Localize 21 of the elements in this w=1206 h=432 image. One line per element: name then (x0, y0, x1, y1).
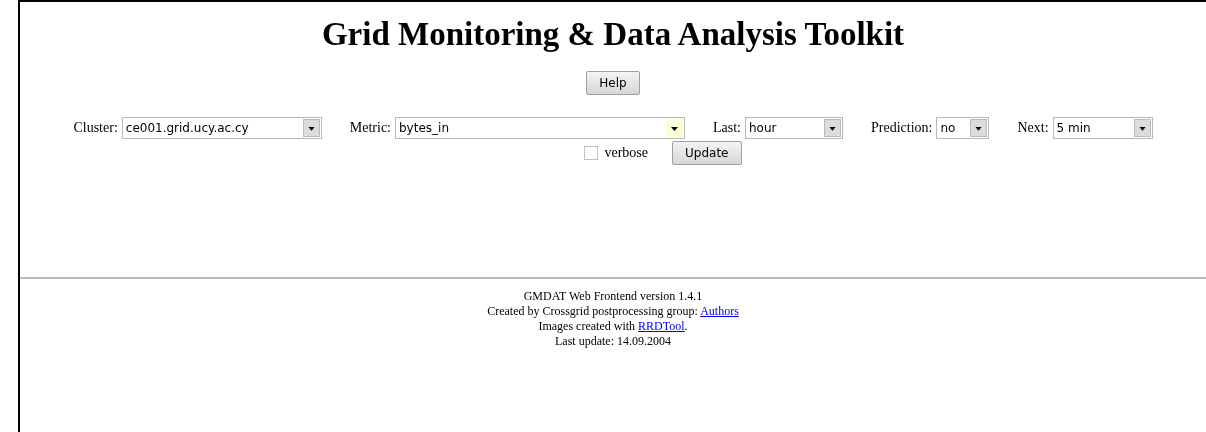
footer-line: Images created with RRDTool. (538, 319, 688, 334)
field-label: Next: (1017, 120, 1049, 136)
field-label: Prediction: (871, 120, 933, 136)
page-title: Grid Monitoring & Data Analysis Toolkit (321, 16, 905, 53)
field-label: Cluster: (73, 120, 118, 136)
footer-line: Last update: 14.09.2004 (555, 334, 671, 349)
dropdown[interactable]: 5 min (1052, 117, 1153, 139)
footer-line: GMDAT Web Frontend version 1.4.1 (523, 289, 703, 304)
update-button[interactable]: Update (672, 141, 742, 165)
field-label: Metric: (349, 120, 391, 136)
footer-line: Created by Crossgrid postprocessing group: Authors (487, 304, 739, 319)
help-button[interactable]: Help (586, 71, 640, 95)
dropdown[interactable]: bytes_in (395, 117, 685, 139)
dropdown[interactable]: ce001.grid.ucy.ac.cy (121, 117, 322, 139)
dropdown[interactable]: no (936, 117, 990, 139)
checkbox-label: verbose (604, 145, 649, 161)
footer-link[interactable]: Authors (700, 304, 739, 318)
field-label: Last: (713, 120, 741, 136)
footer-link[interactable]: RRDTool (638, 319, 685, 333)
verbose-checkbox[interactable] (584, 146, 599, 160)
dropdown[interactable]: hour (745, 117, 843, 139)
